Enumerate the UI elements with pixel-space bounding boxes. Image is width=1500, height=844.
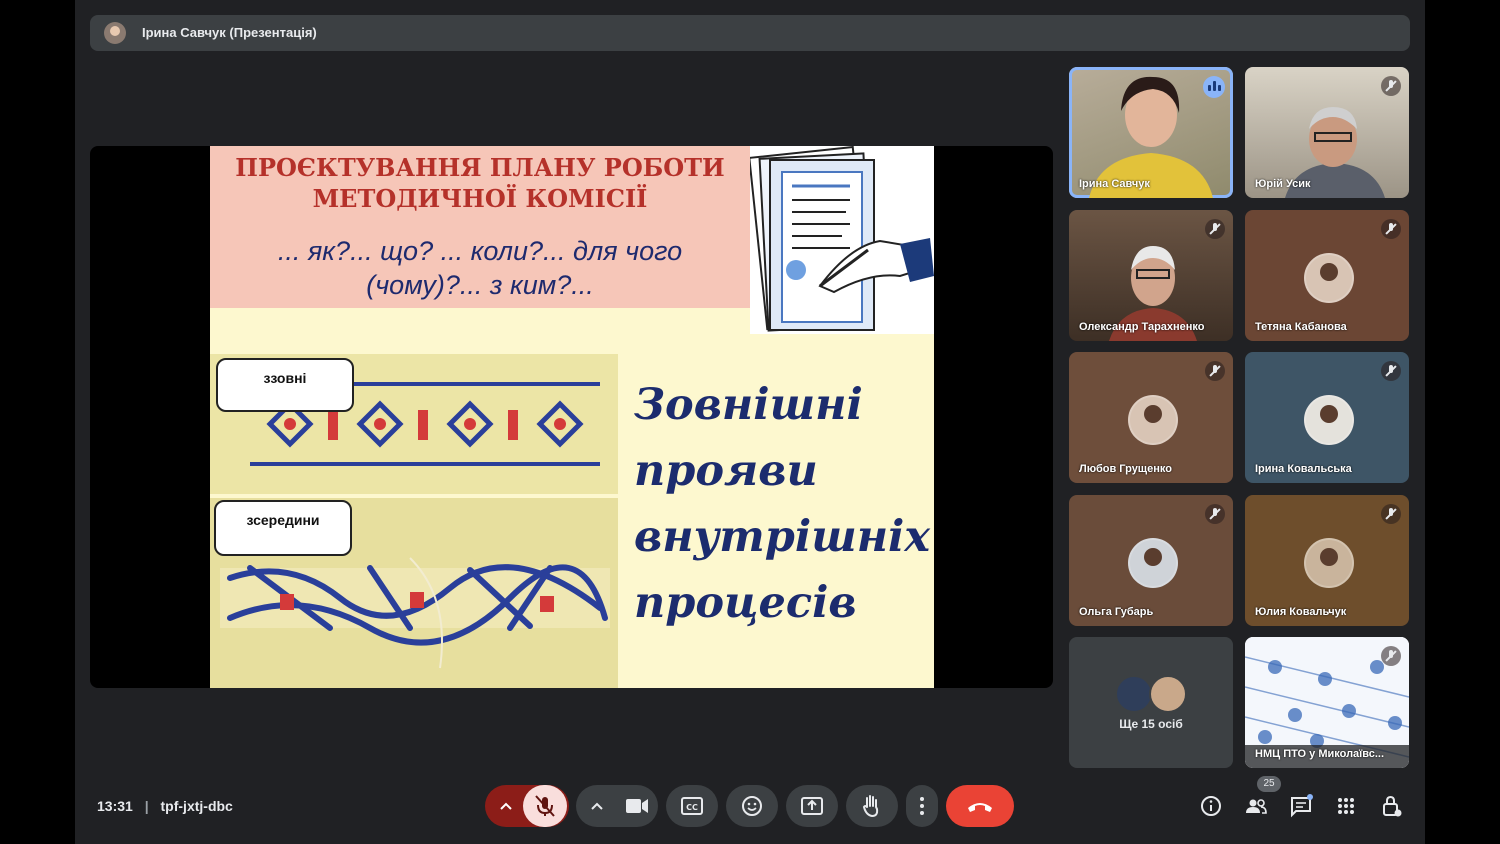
meeting-details-button[interactable]	[1198, 793, 1224, 819]
camera-icon	[626, 799, 648, 813]
separator: |	[144, 798, 149, 814]
participant-tile[interactable]: Олександр Тарахненко	[1069, 210, 1233, 341]
meeting-code: tpf-jxtj-dbc	[160, 798, 233, 814]
raise-hand-button[interactable]	[846, 785, 898, 827]
activities-button[interactable]	[1333, 793, 1359, 819]
slide-main-line3: внутрішніх	[634, 512, 931, 562]
participant-tile[interactable]: Любов Грущенко	[1069, 352, 1233, 483]
participant-tile[interactable]: НМЦ ПТО у Миколаївс...	[1245, 637, 1409, 768]
slide-main-line2: прояви	[634, 446, 818, 496]
participant-tile[interactable]: Ольга Губарь	[1069, 495, 1233, 626]
audio-options-button[interactable]	[493, 793, 519, 819]
slide-main-line1: Зовнішні	[634, 380, 863, 430]
mic-off-icon	[1381, 646, 1401, 666]
emoji-icon	[742, 796, 762, 816]
chat-button[interactable]	[1288, 793, 1314, 819]
mic-toggle-button[interactable]	[523, 785, 567, 827]
chevron-up-icon	[591, 802, 603, 810]
chat-icon	[1291, 794, 1313, 818]
participant-name: Юрій Усик	[1255, 178, 1311, 190]
participant-count-badge: 25	[1257, 776, 1281, 792]
slide-questions-line2: (чому)?... з ким?...	[366, 270, 594, 300]
slide: ПРОЄКТУВАННЯ ПЛАНУ РОБОТИ МЕТОДИЧНОЇ КОМ…	[210, 146, 934, 688]
label-outside: ззовні	[216, 358, 354, 412]
participant-name: Ірина Ковальська	[1255, 463, 1352, 475]
more-participants-label: Ще 15 осіб	[1119, 717, 1183, 731]
meet-window: Ірина Савчук (Презентація) ПРОЄКТУВАННЯ …	[75, 0, 1425, 844]
participant-name: Тетяна Кабанова	[1255, 321, 1347, 333]
mic-off-icon	[1381, 361, 1401, 381]
presentation-stage[interactable]: ПРОЄКТУВАННЯ ПЛАНУ РОБОТИ МЕТОДИЧНОЇ КОМ…	[90, 146, 1053, 688]
slide-title-line1: ПРОЄКТУВАННЯ ПЛАНУ РОБОТИ	[235, 153, 725, 182]
presenter-bar: Ірина Савчук (Презентація)	[90, 15, 1410, 51]
participant-name: Ірина Савчук	[1079, 178, 1150, 190]
participant-tile[interactable]: Тетяна Кабанова	[1245, 210, 1409, 341]
slide-main-text: Зовнішні прояви внутрішніх процесів	[634, 372, 930, 636]
leave-call-button[interactable]	[946, 785, 1014, 827]
participant-avatar	[1128, 395, 1178, 445]
participant-name: Олександр Тарахненко	[1079, 321, 1205, 333]
participant-avatar	[1128, 538, 1178, 588]
host-controls-icon	[1383, 795, 1402, 817]
svg-text:CC: CC	[686, 803, 698, 812]
clock: 13:31	[97, 798, 133, 814]
participant-name: Любов Грущенко	[1079, 463, 1172, 475]
mic-off-icon	[1381, 76, 1401, 96]
mic-off-icon	[1381, 219, 1401, 239]
more-participants-tile[interactable]: Ще 15 осіб	[1069, 637, 1233, 768]
mic-off-icon	[1205, 219, 1225, 239]
participant-tile[interactable]: Юлия Ковальчук	[1245, 495, 1409, 626]
mic-off-icon	[1205, 361, 1225, 381]
participant-tile[interactable]: Ірина Ковальська	[1245, 352, 1409, 483]
participant-tile[interactable]: Ірина Савчук	[1069, 67, 1233, 198]
captions-icon: CC	[681, 797, 703, 815]
participant-name: Ольга Губарь	[1079, 606, 1154, 618]
emoji-button[interactable]	[726, 785, 778, 827]
label-inside: зсередини	[214, 500, 352, 556]
present-button[interactable]	[786, 785, 838, 827]
document-signing-illustration	[748, 146, 934, 334]
slide-questions: ... як?... що? ... коли?... для чого (чо…	[210, 234, 750, 302]
call-end-icon	[968, 803, 992, 812]
speaking-indicator-icon	[1203, 76, 1225, 98]
more-avatar-1	[1115, 675, 1153, 713]
captions-button[interactable]: CC	[666, 785, 718, 827]
present-icon	[801, 797, 823, 815]
raise-hand-icon	[862, 795, 879, 818]
slide-questions-line1: ... як?... що? ... коли?... для чого	[277, 236, 683, 266]
more-options-button[interactable]	[906, 785, 938, 827]
meeting-info: 13:31 | tpf-jxtj-dbc	[97, 798, 233, 814]
mic-off-icon	[535, 795, 555, 817]
participant-name: Юлия Ковальчук	[1255, 606, 1347, 618]
presenter-title: Ірина Савчук (Презентація)	[142, 25, 317, 40]
presenter-avatar	[104, 22, 126, 44]
mic-off-icon	[1205, 504, 1225, 524]
participant-avatar	[1304, 253, 1354, 303]
more-vert-icon	[920, 797, 924, 815]
participant-name: НМЦ ПТО у Миколаївс...	[1255, 748, 1385, 760]
people-icon	[1246, 799, 1267, 814]
slide-title-line2: МЕТОДИЧНОЇ КОМІСІЇ	[312, 184, 648, 213]
participant-avatar	[1304, 538, 1354, 588]
info-icon	[1201, 796, 1221, 816]
participant-avatar	[1304, 395, 1354, 445]
slide-main-line4: процесів	[634, 578, 857, 628]
slide-title: ПРОЄКТУВАННЯ ПЛАНУ РОБОТИ МЕТОДИЧНОЇ КОМ…	[210, 152, 750, 214]
more-avatar-2	[1149, 675, 1187, 713]
chevron-up-icon	[500, 802, 512, 810]
people-button[interactable]	[1243, 793, 1269, 819]
mic-off-icon	[1381, 504, 1401, 524]
camera-toggle-button[interactable]	[615, 785, 657, 827]
activities-icon	[1338, 798, 1354, 814]
participant-tile[interactable]: Юрій Усик	[1245, 67, 1409, 198]
host-controls-button[interactable]	[1378, 793, 1404, 819]
video-options-button[interactable]	[584, 793, 610, 819]
